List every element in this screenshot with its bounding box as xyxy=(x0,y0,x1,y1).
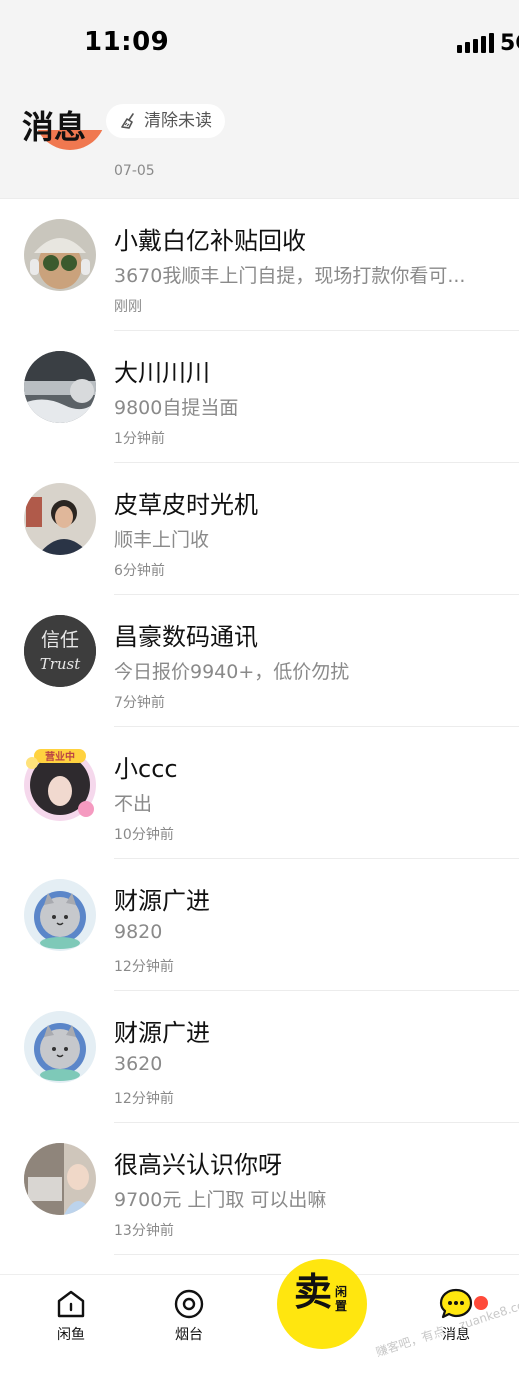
conversation-time: 刚刚 xyxy=(114,299,142,315)
conversation-name: 财源广进 xyxy=(114,1019,210,1047)
tab-yantai[interactable]: 烟台 xyxy=(149,1287,229,1344)
conversation-item[interactable]: 营业中 小ccc 不出 10分钟前 xyxy=(0,727,519,859)
broom-icon xyxy=(121,113,134,129)
avatar xyxy=(24,351,96,423)
clear-unread-label: 清除未读 xyxy=(144,111,212,131)
avatar-text-cn: 信任 xyxy=(41,629,79,651)
conversation-name: 小ccc xyxy=(114,755,178,783)
conversation-name: 财源广进 xyxy=(114,887,210,915)
conversation-preview: 不出 xyxy=(114,793,153,815)
location-pin-icon xyxy=(174,1289,204,1319)
conversation-preview: 9800自提当面 xyxy=(114,397,239,419)
avatar-badge-text: 营业中 xyxy=(45,750,75,763)
conversation-time: 6分钟前 xyxy=(114,563,165,579)
conversation-time: 13分钟前 xyxy=(114,1223,174,1239)
avatar xyxy=(24,483,96,555)
tab-home[interactable]: 闲鱼 xyxy=(31,1287,111,1344)
conversation-item[interactable]: 皮草皮时光机 顺丰上门收 6分钟前 xyxy=(0,463,519,595)
divider xyxy=(114,1254,519,1255)
clear-unread-button[interactable]: 清除未读 xyxy=(106,104,225,138)
conversation-preview: 3620 xyxy=(114,1053,163,1075)
sell-button[interactable]: 卖 闲置 xyxy=(277,1259,367,1349)
avatar xyxy=(24,1011,96,1083)
conversation-item[interactable]: 财源广进 9820 12分钟前 xyxy=(0,859,519,991)
messages-header: 消息 清除未读 07-05 xyxy=(0,90,519,199)
conversation-time: 10分钟前 xyxy=(114,827,174,843)
avatar: 营业中 xyxy=(24,747,96,821)
conversation-time: 12分钟前 xyxy=(114,1091,174,1107)
page-title: 消息 xyxy=(22,108,87,146)
conversation-list: 小戴白亿补贴回收 3670我顺丰上门自提，现场打款你看可... 刚刚 大川川川 … xyxy=(0,199,519,1255)
avatar xyxy=(24,1143,96,1215)
tab-yantai-label: 烟台 xyxy=(175,1327,203,1343)
conversation-time: 12分钟前 xyxy=(114,959,174,975)
conversation-item[interactable]: 大川川川 9800自提当面 1分钟前 xyxy=(0,331,519,463)
avatar xyxy=(24,219,96,291)
partial-item-time: 07-05 xyxy=(114,163,155,179)
status-time: 11:09 xyxy=(84,27,170,57)
sell-sub-label: 闲置 xyxy=(335,1285,348,1313)
conversation-item[interactable]: 财源广进 3620 12分钟前 xyxy=(0,991,519,1123)
conversation-name: 昌豪数码通讯 xyxy=(114,623,258,651)
conversation-name: 小戴白亿补贴回收 xyxy=(114,227,306,255)
conversation-name: 很高兴认识你呀 xyxy=(114,1151,282,1179)
conversation-preview: 今日报价9940+，低价勿扰 xyxy=(114,661,350,683)
home-icon xyxy=(57,1290,85,1318)
signal-icon xyxy=(457,33,494,53)
conversation-time: 1分钟前 xyxy=(114,431,165,447)
conversation-item[interactable]: 很高兴认识你呀 9700元 上门取 可以出嘛 13分钟前 xyxy=(0,1123,519,1255)
conversation-time: 7分钟前 xyxy=(114,695,165,711)
conversation-preview: 9700元 上门取 可以出嘛 xyxy=(114,1189,327,1211)
conversation-name: 皮草皮时光机 xyxy=(114,491,258,519)
tab-home-label: 闲鱼 xyxy=(57,1327,85,1343)
conversation-preview: 9820 xyxy=(114,921,163,943)
sell-label: 卖 xyxy=(294,1269,333,1314)
network-indicator: 5G xyxy=(500,31,519,56)
avatar: 信任 Trust xyxy=(24,615,96,687)
avatar-text-en: Trust xyxy=(40,655,82,673)
avatar xyxy=(24,879,96,951)
conversation-name: 大川川川 xyxy=(114,359,210,387)
status-bar: 11:09 5G xyxy=(0,0,519,90)
conversation-preview: 顺丰上门收 xyxy=(114,529,210,551)
conversation-item[interactable]: 信任 Trust 昌豪数码通讯 今日报价9940+，低价勿扰 7分钟前 xyxy=(0,595,519,727)
conversation-item[interactable]: 小戴白亿补贴回收 3670我顺丰上门自提，现场打款你看可... 刚刚 xyxy=(0,199,519,331)
conversation-preview: 3670我顺丰上门自提，现场打款你看可... xyxy=(114,265,466,287)
